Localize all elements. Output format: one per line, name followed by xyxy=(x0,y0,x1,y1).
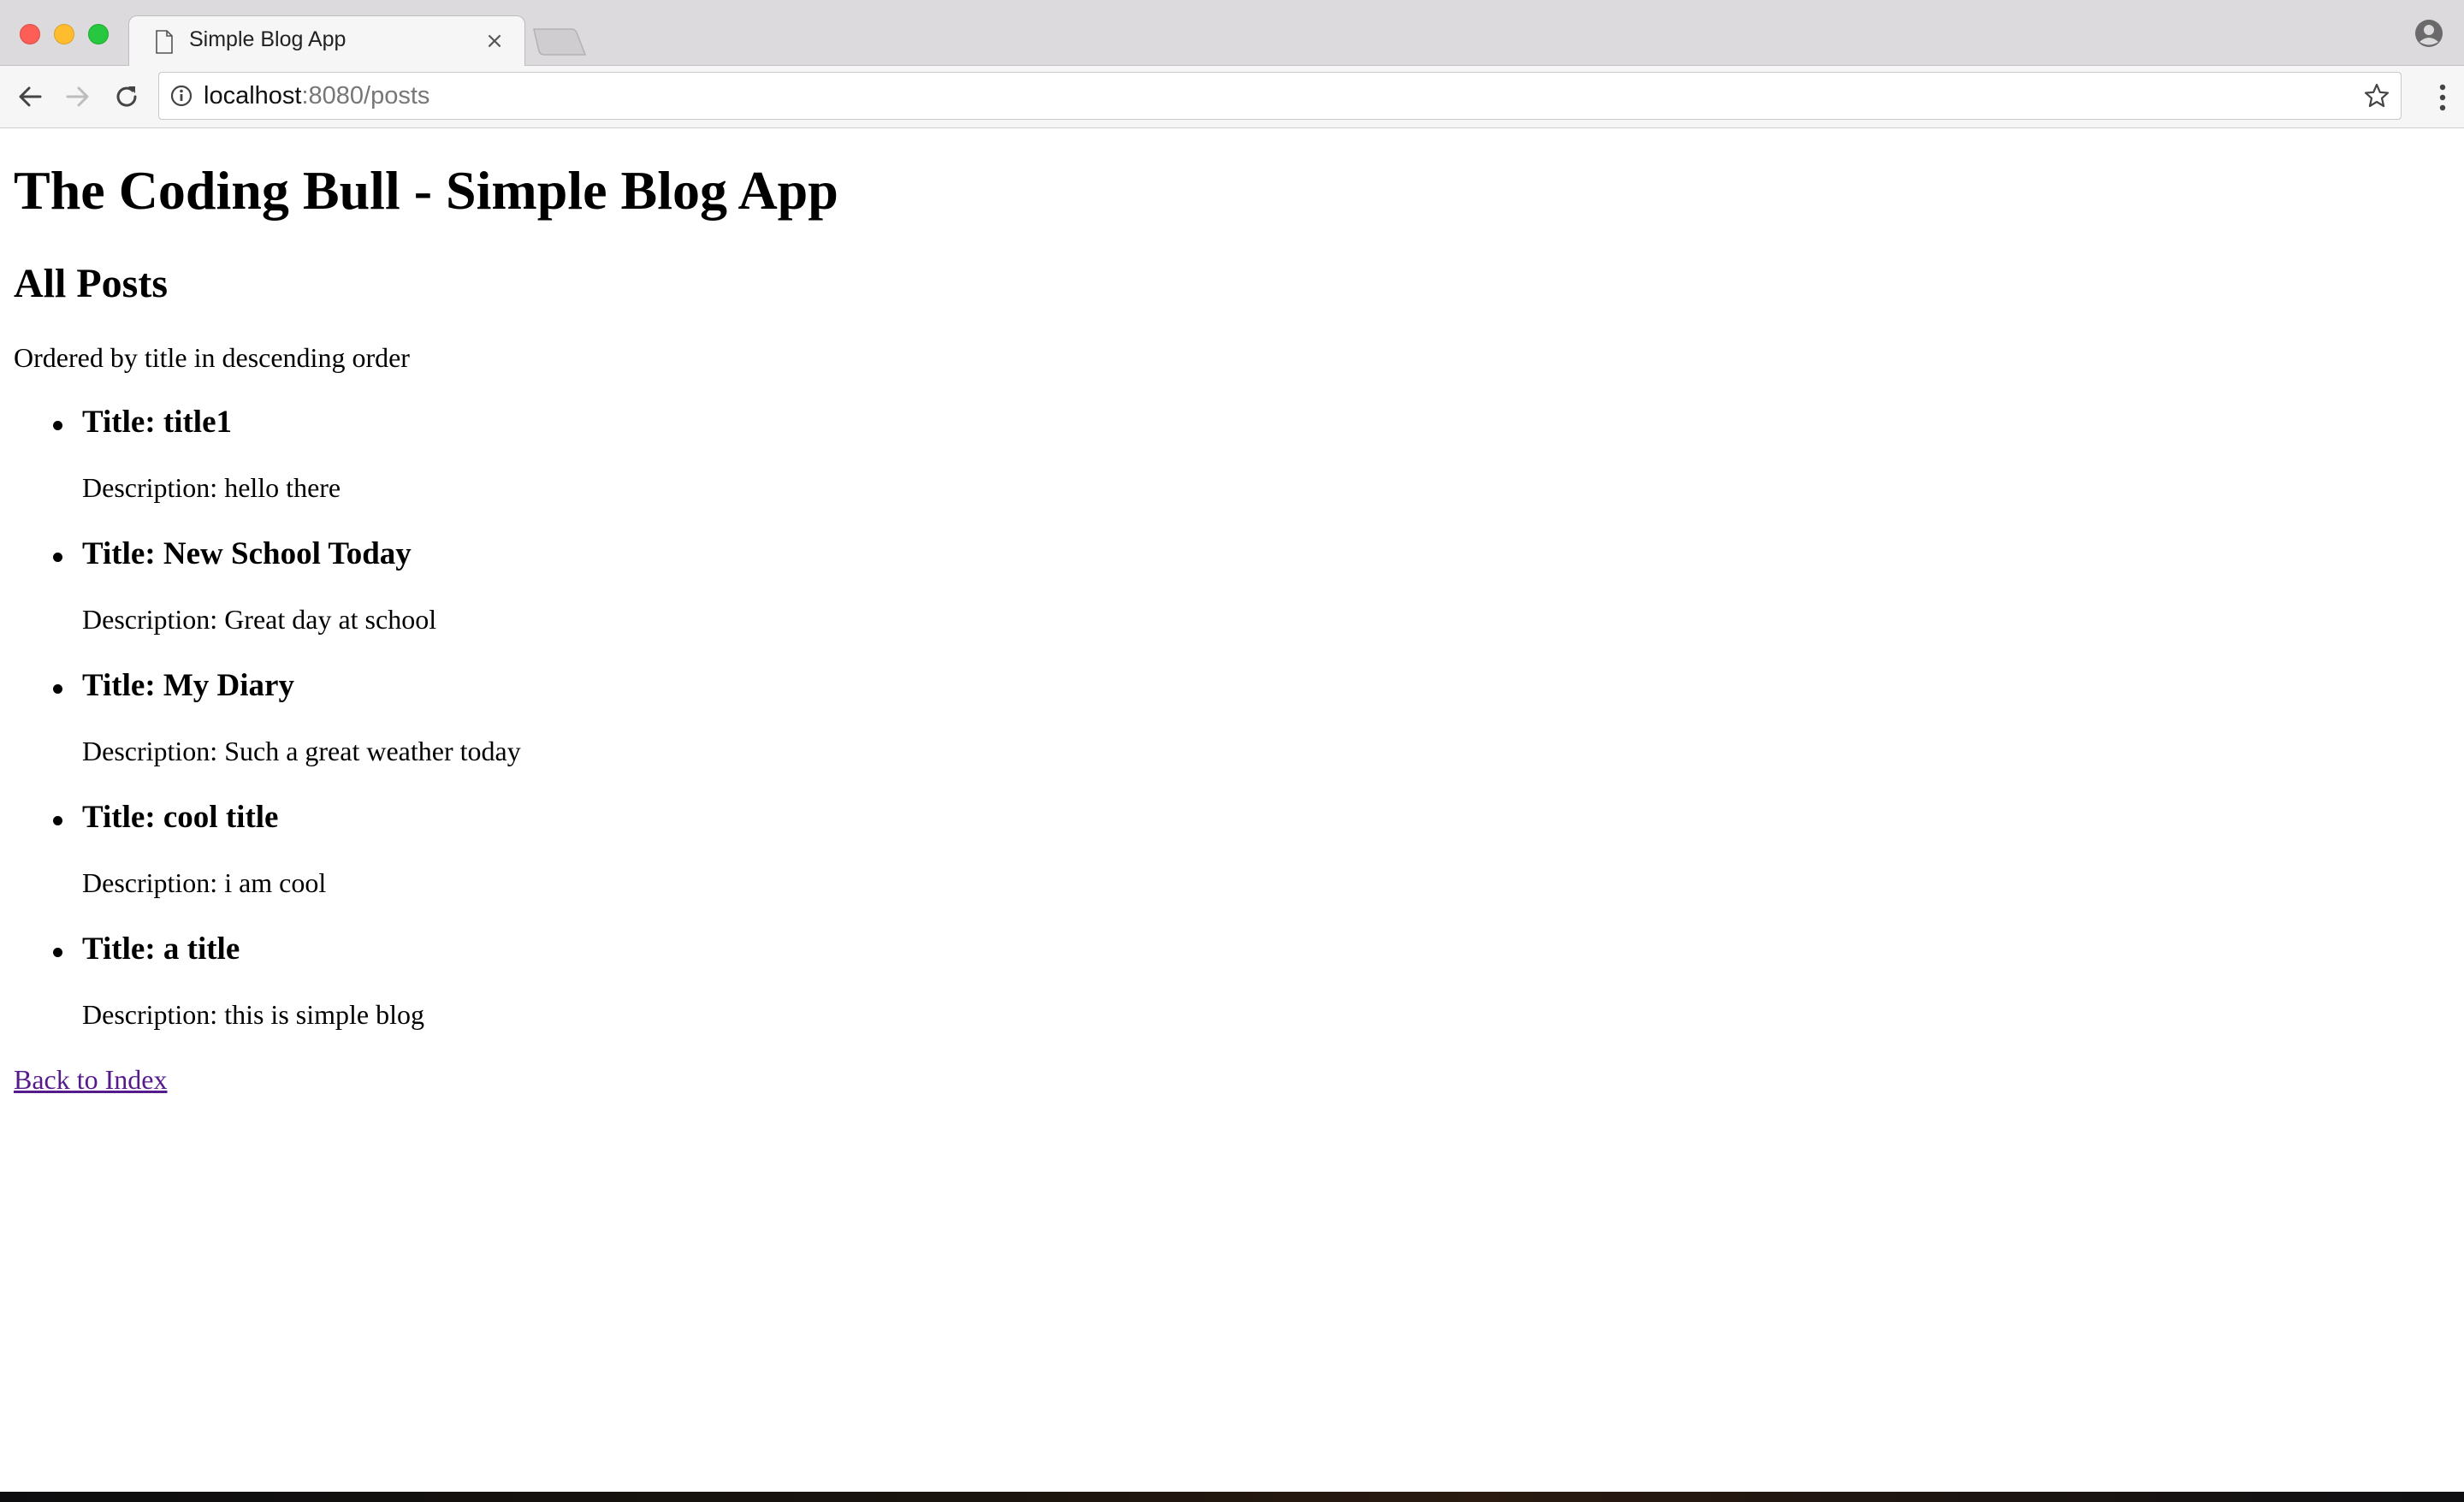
bullet-icon xyxy=(53,948,62,957)
post-title: Title: cool title xyxy=(82,800,279,835)
ordering-note: Ordered by title in descending order xyxy=(14,342,410,373)
maximize-window-icon[interactable] xyxy=(88,24,109,44)
url-host: localhost xyxy=(204,82,302,109)
post-title: Title: My Diary xyxy=(82,668,294,703)
bullet-icon xyxy=(53,816,62,825)
post-title: Title: New School Today xyxy=(82,536,412,571)
tab-close-icon[interactable]: × xyxy=(482,28,507,54)
back-to-index-link[interactable]: Back to Index xyxy=(14,1064,168,1096)
tab-simple-blog-app[interactable]: Simple Blog App × xyxy=(128,15,525,66)
close-window-icon[interactable] xyxy=(20,24,40,44)
section-heading: All Posts xyxy=(14,261,168,306)
info-icon[interactable] xyxy=(169,84,193,108)
tab-strip: Simple Blog App × xyxy=(0,0,2464,66)
bullet-icon xyxy=(53,421,62,430)
bullet-icon xyxy=(53,553,62,562)
browser-window: Simple Blog App × localhost:8080/posts T… xyxy=(0,0,2464,1492)
back-arrow-icon[interactable] xyxy=(15,81,45,112)
browser-toolbar: localhost:8080/posts xyxy=(0,66,2464,128)
more-menu-icon[interactable] xyxy=(2438,83,2447,112)
bullet-icon xyxy=(53,684,62,694)
url-path: :8080/posts xyxy=(301,82,430,109)
page-title: The Coding Bull - Simple Blog App xyxy=(14,160,838,221)
desktop-background xyxy=(0,1492,2464,1502)
bookmark-star-icon[interactable] xyxy=(2363,82,2390,109)
url-text[interactable]: localhost:8080/posts xyxy=(204,82,429,110)
post-description: Description: i am cool xyxy=(82,867,327,898)
new-tab-icon[interactable] xyxy=(530,27,587,56)
post-description: Description: Such a great weather today xyxy=(82,736,521,766)
profile-icon[interactable] xyxy=(2414,19,2443,48)
minimize-window-icon[interactable] xyxy=(54,24,74,44)
post-description: Description: this is simple blog xyxy=(82,999,424,1030)
post-description: Description: hello there xyxy=(82,472,341,503)
forward-arrow-icon[interactable] xyxy=(62,81,93,112)
post-description: Description: Great day at school xyxy=(82,604,437,635)
address-bar[interactable]: localhost:8080/posts xyxy=(158,72,2402,120)
post-title: Title: title1 xyxy=(82,405,233,440)
reload-icon[interactable] xyxy=(111,81,142,112)
post-title: Title: a title xyxy=(82,931,240,967)
tab-title: Simple Blog App xyxy=(189,27,346,51)
page-icon xyxy=(156,30,173,54)
